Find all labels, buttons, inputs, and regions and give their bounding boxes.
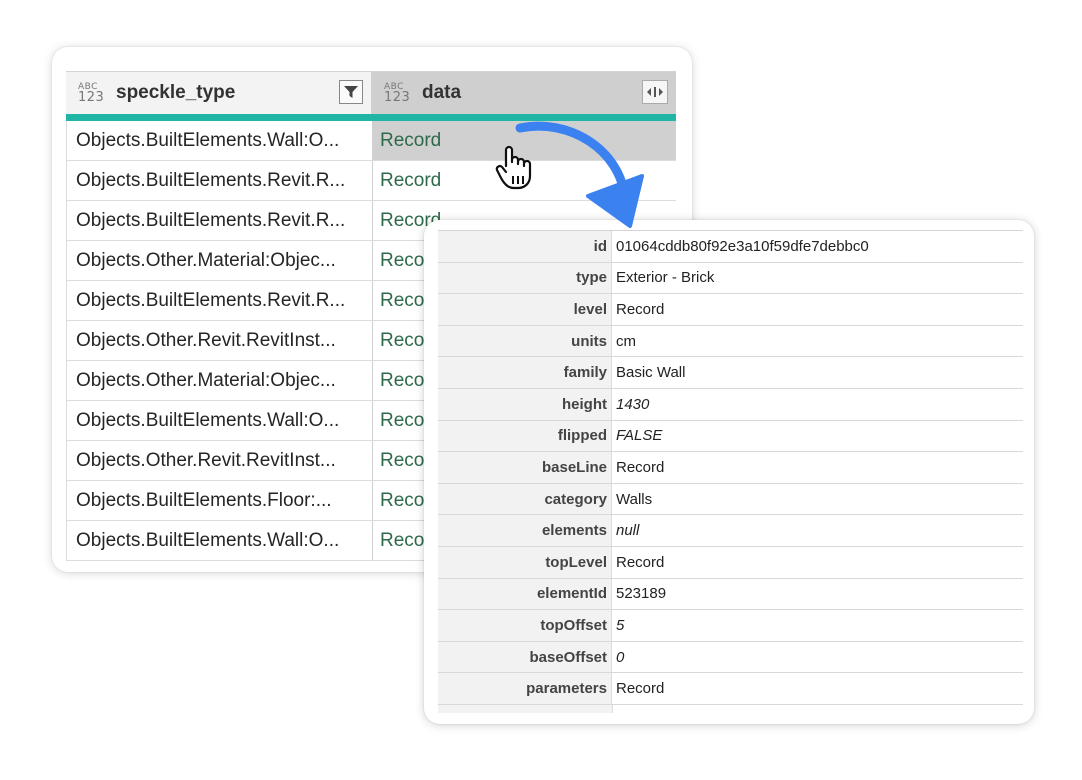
speckle-type-cell[interactable]: Objects.Other.Material:Objec... <box>67 241 373 280</box>
speckle-type-cell[interactable]: Objects.BuiltElements.Revit.R... <box>67 201 373 240</box>
record-field-value: cm <box>616 332 636 350</box>
record-field-key: elementId <box>438 578 612 610</box>
column-quality-bar <box>66 114 676 121</box>
record-field-value: 1430 <box>616 395 650 413</box>
record-field-value: Exterior - Brick <box>616 269 715 287</box>
type-any-icon: ABC 123 <box>78 82 105 105</box>
record-field-row: flipped FALSE <box>438 420 1023 453</box>
speckle-type-cell[interactable]: Objects.BuiltElements.Revit.R... <box>67 161 373 200</box>
record-field-key: topOffset <box>438 610 612 641</box>
record-field-key: type <box>438 262 612 294</box>
filter-icon[interactable] <box>339 80 363 104</box>
record-field-key: baseOffset <box>438 641 612 673</box>
record-field-key: flipped <box>438 420 612 452</box>
record-field-value: 5 <box>616 616 625 634</box>
record-field-row: units cm <box>438 325 1023 358</box>
record-field-key: level <box>438 294 612 325</box>
record-field-value: 01064cddb80f92e3a10f59dfe7debbc0 <box>616 237 869 255</box>
record-field-value: FALSE <box>616 427 663 445</box>
record-field-row: type Exterior - Brick <box>438 262 1023 295</box>
table-row[interactable]: Objects.BuiltElements.Wall:O... Record <box>66 121 676 161</box>
speckle-type-cell[interactable]: Objects.BuiltElements.Wall:O... <box>67 401 373 440</box>
record-field-key: units <box>438 325 612 357</box>
speckle-type-cell[interactable]: Objects.BuiltElements.Floor:... <box>67 481 373 520</box>
record-field-value: 0 <box>616 648 625 666</box>
record-field-key: baseLine <box>438 452 612 483</box>
record-field-key: family <box>438 357 612 388</box>
record-field-row: elementId 523189 <box>438 578 1023 611</box>
record-field-value: null <box>616 522 640 540</box>
record-field-row: level Record <box>438 294 1023 326</box>
record-field-value[interactable]: Record <box>612 547 1023 578</box>
record-field-key: height <box>438 388 612 420</box>
record-field-row: height 1430 <box>438 388 1023 421</box>
record-field-key: id <box>438 231 612 262</box>
speckle-type-cell[interactable]: Objects.BuiltElements.Wall:O... <box>67 121 373 160</box>
record-field-key: category <box>438 483 612 515</box>
record-field-row: elements null <box>438 515 1023 547</box>
record-field-row: id 01064cddb80f92e3a10f59dfe7debbc0 <box>438 231 1023 263</box>
record-field-value[interactable]: Record <box>612 673 1023 704</box>
column-header-data[interactable]: ABC 123 data <box>372 72 676 114</box>
table-row[interactable]: Objects.BuiltElements.Revit.R... Record <box>66 161 676 201</box>
grid-header: ABC 123 speckle_type ABC 123 data <box>66 71 676 114</box>
record-table: id 01064cddb80f92e3a10f59dfe7debbc0 type Ex… <box>438 230 1023 713</box>
column-label: speckle_type <box>116 82 236 103</box>
speckle-type-cell[interactable]: Objects.Other.Revit.RevitInst... <box>67 321 373 360</box>
record-field-row: topOffset 5 <box>438 610 1023 642</box>
record-table-tail <box>438 704 1023 713</box>
column-label: data <box>422 82 462 103</box>
record-field-key: parameters <box>438 673 612 704</box>
record-field-value[interactable]: Record <box>612 452 1023 483</box>
record-field-row: topLevel Record <box>438 546 1023 579</box>
record-field-key: topLevel <box>438 546 612 578</box>
record-field-value: Walls <box>616 490 653 508</box>
record-field-row: category Walls <box>438 483 1023 516</box>
record-field-row: baseLine Record <box>438 452 1023 484</box>
record-field-key: elements <box>438 515 612 546</box>
speckle-type-cell[interactable]: Objects.Other.Material:Objec... <box>67 361 373 400</box>
speckle-type-cell[interactable]: Objects.BuiltElements.Wall:O... <box>67 521 373 560</box>
record-field-row: parameters Record <box>438 673 1023 705</box>
speckle-type-cell[interactable]: Objects.Other.Revit.RevitInst... <box>67 441 373 480</box>
record-field-value: 523189 <box>616 585 667 603</box>
column-header-speckle-type[interactable]: ABC 123 speckle_type <box>66 72 372 114</box>
type-any-icon: ABC 123 <box>384 82 411 105</box>
record-field-row: family Basic Wall <box>438 357 1023 389</box>
record-field-value: Basic Wall <box>616 364 686 382</box>
hand-pointer-icon <box>495 145 532 190</box>
expand-icon[interactable] <box>642 80 668 104</box>
record-field-value[interactable]: Record <box>612 294 1023 325</box>
speckle-type-cell[interactable]: Objects.BuiltElements.Revit.R... <box>67 281 373 320</box>
record-preview-card: id 01064cddb80f92e3a10f59dfe7debbc0 type Ex… <box>424 220 1034 724</box>
record-field-row: baseOffset 0 <box>438 641 1023 674</box>
